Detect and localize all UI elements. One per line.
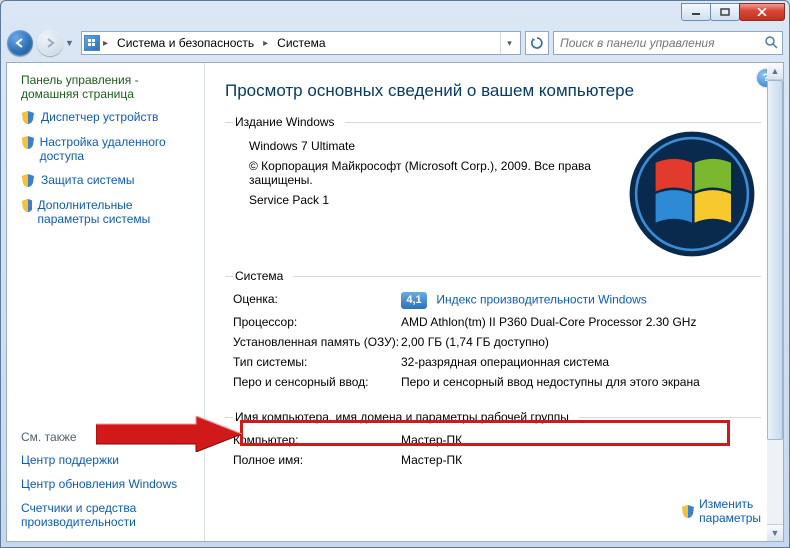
forward-button[interactable] — [37, 30, 63, 56]
sidebar-link-advanced-settings[interactable]: Дополнительные параметры системы — [7, 193, 204, 231]
home-text-2: домашняя страница — [21, 87, 134, 101]
group-computer-name: Имя компьютера, имя домена и параметры р… — [225, 410, 761, 480]
wei-score-badge: 4,1 — [401, 292, 427, 309]
label-full-name: Полное имя: — [233, 453, 401, 467]
back-button[interactable] — [7, 30, 33, 56]
address-bar[interactable]: ▸ Система и безопасность ▸ Система ▾ — [81, 31, 521, 55]
row-ram: Установленная память (ОЗУ): 2,00 ГБ (1,7… — [233, 332, 761, 352]
label-computer: Компьютер: — [233, 433, 401, 447]
value-full-name: Мастер-ПК — [401, 453, 761, 467]
value-pen: Перо и сенсорный ввод недоступны для это… — [401, 375, 761, 389]
sidebar-item-label: Защита системы — [41, 173, 134, 187]
address-dropdown[interactable]: ▾ — [500, 32, 518, 54]
label-system-type: Тип системы: — [233, 355, 401, 369]
close-button[interactable] — [739, 3, 785, 21]
sidebar-link-system-protection[interactable]: Защита системы — [7, 168, 204, 193]
chevron-right-icon: ▸ — [100, 38, 111, 49]
vertical-scrollbar[interactable]: ▲ ▼ — [767, 62, 784, 542]
label-rating: Оценка: — [233, 292, 401, 309]
breadcrumb-item[interactable]: Система — [271, 36, 331, 50]
content-area: Панель управления - домашняя страница Ди… — [6, 62, 784, 542]
chevron-right-icon: ▸ — [260, 38, 271, 49]
control-panel-icon — [84, 35, 100, 51]
refresh-button[interactable] — [525, 31, 549, 55]
value-computer: Мастер-ПК — [401, 433, 761, 447]
breadcrumb-item[interactable]: Система и безопасность — [111, 36, 260, 50]
maximize-button[interactable] — [710, 3, 740, 21]
wei-link[interactable]: Индекс производительности Windows — [436, 293, 646, 307]
navigation-bar: ▼ ▸ Система и безопасность ▸ Система ▾ — [7, 26, 783, 60]
row-rating: Оценка: 4,1 Индекс производительности Wi… — [233, 289, 761, 312]
sidebar-item-label: Дополнительные параметры системы — [38, 198, 196, 226]
change-text-2: параметры — [699, 511, 761, 525]
shield-icon — [681, 504, 695, 519]
search-input[interactable] — [558, 35, 764, 51]
label-cpu: Процессор: — [233, 315, 401, 329]
group-legend: Издание Windows — [233, 115, 345, 129]
row-pen-touch: Перо и сенсорный ввод: Перо и сенсорный … — [233, 372, 761, 392]
group-system: Система Оценка: 4,1 Индекс производитель… — [225, 269, 761, 402]
search-box[interactable] — [553, 31, 783, 55]
search-icon — [764, 35, 778, 52]
row-processor: Процессор: AMD Athlon(tm) II P360 Dual-C… — [233, 312, 761, 332]
shield-icon — [21, 173, 35, 188]
value-system-type: 32-разрядная операционная система — [401, 355, 761, 369]
value-cpu: AMD Athlon(tm) II P360 Dual-Core Process… — [401, 315, 761, 329]
sidebar-item-label: Диспетчер устройств — [41, 110, 158, 124]
sidebar-item-label: Центр обновления Windows — [21, 477, 177, 491]
page-title: Просмотр основных сведений о вашем компь… — [225, 81, 761, 101]
nav-history-dropdown[interactable]: ▼ — [65, 34, 77, 52]
main-panel: ? Просмотр основных сведений о вашем ком… — [205, 63, 783, 541]
see-also-action-center[interactable]: Центр поддержки — [7, 448, 204, 472]
scroll-up-button[interactable]: ▲ — [767, 63, 783, 80]
row-computer-name: Компьютер: Мастер-ПК — [233, 430, 761, 450]
shield-icon — [21, 135, 34, 150]
sidebar: Панель управления - домашняя страница Ди… — [7, 63, 205, 541]
label-ram: Установленная память (ОЗУ): — [233, 335, 401, 349]
control-panel-window: ▼ ▸ Система и безопасность ▸ Система ▾ П… — [0, 0, 790, 548]
sidebar-item-label: Счетчики и средства производительности — [21, 501, 196, 529]
see-also-windows-update[interactable]: Центр обновления Windows — [7, 472, 204, 496]
windows-logo — [627, 129, 757, 259]
row-full-name: Полное имя: Мастер-ПК — [233, 450, 761, 470]
label-pen: Перо и сенсорный ввод: — [233, 375, 401, 389]
change-text-1: Изменить — [699, 497, 753, 511]
sidebar-item-label: Настройка удаленного доступа — [40, 135, 196, 163]
sidebar-link-device-manager[interactable]: Диспетчер устройств — [7, 105, 204, 130]
sidebar-item-label: Центр поддержки — [21, 453, 119, 467]
group-legend: Система — [233, 269, 293, 283]
change-settings-link[interactable]: Изменить параметры — [681, 497, 761, 525]
control-panel-home-link[interactable]: Панель управления - домашняя страница — [7, 63, 204, 105]
shield-icon — [21, 110, 35, 125]
minimize-button[interactable] — [681, 3, 711, 21]
group-legend: Имя компьютера, имя домена и параметры р… — [233, 410, 579, 424]
shield-icon — [21, 198, 32, 213]
home-text-1: Панель управления - — [21, 73, 139, 87]
value-ram: 2,00 ГБ (1,74 ГБ доступно) — [401, 335, 761, 349]
scroll-down-button[interactable]: ▼ — [767, 524, 783, 541]
scroll-thumb[interactable] — [767, 80, 783, 440]
sidebar-link-remote-settings[interactable]: Настройка удаленного доступа — [7, 130, 204, 168]
see-also-heading: См. также — [7, 420, 204, 448]
see-also-performance[interactable]: Счетчики и средства производительности — [7, 496, 204, 541]
titlebar — [1, 1, 789, 26]
row-system-type: Тип системы: 32-разрядная операционная с… — [233, 352, 761, 372]
